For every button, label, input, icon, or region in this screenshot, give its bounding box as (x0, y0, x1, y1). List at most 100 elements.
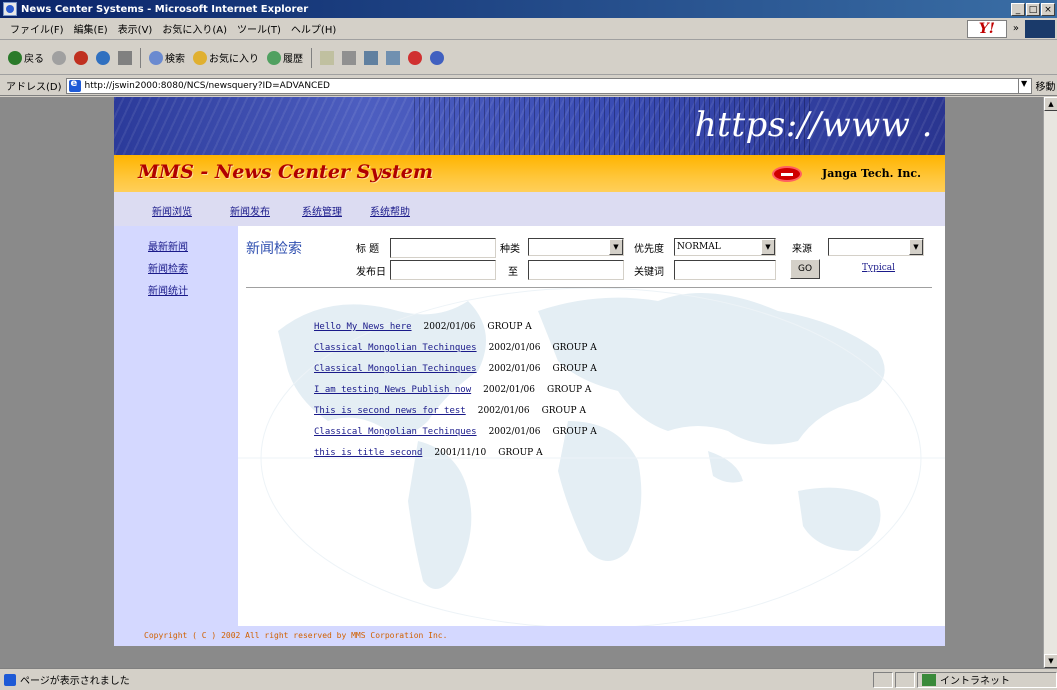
nav-system-admin[interactable]: 系统管理 (302, 203, 342, 218)
news-group: GROUP A (552, 364, 597, 374)
mail-button[interactable] (320, 50, 334, 65)
discuss-icon (386, 50, 400, 65)
chevron-more-icon[interactable]: » (1013, 23, 1019, 34)
mail-icon (320, 50, 334, 65)
status-message: ページが表示されました (4, 672, 130, 687)
address-url: http://jswin2000:8080/NCS/newsquery?ID=A… (84, 80, 330, 91)
favorites-button[interactable]: お気に入り (193, 50, 259, 65)
news-title-link[interactable]: Classical Mongolian Techinques (314, 343, 477, 353)
discuss-button[interactable] (386, 50, 400, 65)
banner: https://www . (114, 97, 945, 155)
messenger-button[interactable] (430, 50, 444, 65)
menu-help[interactable]: ヘルプ(H) (291, 21, 336, 36)
menu-tools[interactable]: ツール(T) (237, 21, 281, 36)
footer-copyright: Copyright ( C ) 2002 All right reserved … (114, 626, 945, 646)
news-list-item: I am testing News Publish now 2002/01/06 G… (314, 385, 591, 395)
company-logo-icon (772, 166, 802, 182)
priority-select[interactable]: NORMAL ▼ (674, 238, 776, 256)
address-dropdown-icon[interactable]: ▼ (1017, 78, 1030, 93)
back-button[interactable]: 戻る (8, 50, 44, 65)
menu-favorites[interactable]: お気に入り(A) (162, 21, 227, 36)
news-title-link[interactable]: Classical Mongolian Techinques (314, 427, 477, 437)
company-name: Janga Tech. Inc. (822, 167, 921, 180)
browser-viewport: https://www . MMS - News Center System J… (0, 97, 1057, 668)
news-list-item: Classical Mongolian Techinques 2002/01/06… (314, 364, 597, 374)
news-title-link[interactable]: this is title second (314, 448, 422, 458)
news-list-item: This is second news for test 2002/01/06 GR… (314, 406, 586, 416)
maximize-button[interactable]: □ (1026, 2, 1040, 16)
category-field-label: 种类 (500, 244, 520, 255)
yahoo-toolbar-icon[interactable]: Y! (966, 19, 1007, 38)
nav-news-publish[interactable]: 新闻发布 (230, 203, 270, 218)
history-icon (267, 50, 281, 65)
yahoo-small-button[interactable] (408, 50, 422, 65)
news-group: GROUP A (552, 343, 597, 353)
home-button[interactable] (118, 50, 132, 65)
news-date: 2002/01/06 (488, 343, 541, 353)
news-title-link[interactable]: I am testing News Publish now (314, 385, 471, 395)
news-title-link[interactable]: Classical Mongolian Techinques (314, 364, 477, 374)
zone-label: イントラネット (940, 676, 1010, 687)
favorites-icon (193, 50, 207, 65)
forward-button[interactable] (52, 50, 66, 65)
menu-view[interactable]: 表示(V) (118, 21, 153, 36)
search-button[interactable]: 検索 (149, 50, 185, 65)
news-date: 2002/01/06 (488, 427, 541, 437)
priority-field-label: 优先度 (634, 244, 664, 255)
close-button[interactable]: × (1041, 2, 1055, 16)
divider (246, 287, 932, 288)
address-label: アドレス(D) (6, 82, 62, 93)
title-input[interactable] (390, 238, 496, 258)
title-bar: News Center Systems - Microsoft Internet… (0, 0, 1057, 18)
system-name: MMS - News Center System (138, 161, 433, 183)
minimize-button[interactable]: _ (1011, 2, 1025, 16)
menu-bar: ファイル(F) 編集(E) 表示(V) お気に入り(A) ツール(T) ヘルプ(… (0, 18, 1057, 40)
date-to-input[interactable] (528, 260, 624, 280)
address-input[interactable]: http://jswin2000:8080/NCS/newsquery?ID=A… (65, 77, 1032, 94)
main-content: 新闻检索 标 题 种类 ▼ 优先度 NORMAL ▼ 来源 ▼ 发布日 至 关键… (238, 226, 945, 646)
source-select[interactable]: ▼ (828, 238, 924, 256)
vertical-scrollbar[interactable]: ▲ ▼ (1043, 97, 1057, 668)
keyword-input[interactable] (674, 260, 776, 280)
typical-link[interactable]: Typical (862, 263, 895, 273)
left-nav-latest-news[interactable]: 最新新闻 (148, 238, 188, 253)
history-button[interactable]: 履歴 (267, 50, 303, 65)
nav-news-browse[interactable]: 新闻浏览 (152, 203, 192, 218)
refresh-button[interactable] (96, 50, 110, 65)
left-nav-news-search[interactable]: 新闻检索 (148, 260, 188, 275)
news-title-link[interactable]: Hello My News here (314, 322, 412, 332)
date-from-input[interactable] (390, 260, 496, 280)
refresh-icon (96, 50, 110, 65)
news-title-link[interactable]: This is second news for test (314, 406, 466, 416)
toolbar-separator (311, 47, 312, 68)
print-icon (342, 50, 356, 65)
stop-button[interactable] (74, 50, 88, 65)
left-nav-news-stats[interactable]: 新闻统计 (148, 282, 188, 297)
go-button[interactable]: 移動 (1036, 78, 1056, 93)
scroll-down-icon[interactable]: ▼ (1044, 654, 1057, 668)
top-nav: 新闻浏览 新闻发布 系统管理 系统帮助 (114, 192, 945, 226)
address-bar: アドレス(D) http://jswin2000:8080/NCS/newsqu… (0, 76, 1057, 96)
news-group: GROUP A (541, 406, 586, 416)
intranet-zone-icon (922, 673, 936, 686)
page-done-icon (4, 673, 16, 686)
priority-value: NORMAL (677, 242, 721, 252)
web-page: https://www . MMS - News Center System J… (114, 97, 945, 646)
news-group: GROUP A (498, 448, 543, 458)
scroll-up-icon[interactable]: ▲ (1044, 97, 1057, 111)
edit-button[interactable] (364, 50, 378, 65)
category-select[interactable]: ▼ (528, 238, 624, 256)
left-nav: 最新新闻 新闻检索 新闻统计 (114, 226, 238, 646)
go-search-button[interactable]: GO (790, 259, 820, 279)
window-controls: _ □ × (1011, 2, 1055, 16)
menu-file[interactable]: ファイル(F) (10, 21, 64, 36)
security-zone: イントラネット (917, 671, 1057, 688)
news-group: GROUP A (552, 427, 597, 437)
menu-edit[interactable]: 編集(E) (74, 21, 108, 36)
print-button[interactable] (342, 50, 356, 65)
news-list-item: this is title second 2001/11/10 GROUP A (314, 448, 543, 458)
back-label: 戻る (24, 54, 44, 65)
ie-app-icon[interactable] (3, 2, 17, 16)
nav-system-help[interactable]: 系统帮助 (370, 203, 410, 218)
news-date: 2001/11/10 (434, 448, 487, 458)
